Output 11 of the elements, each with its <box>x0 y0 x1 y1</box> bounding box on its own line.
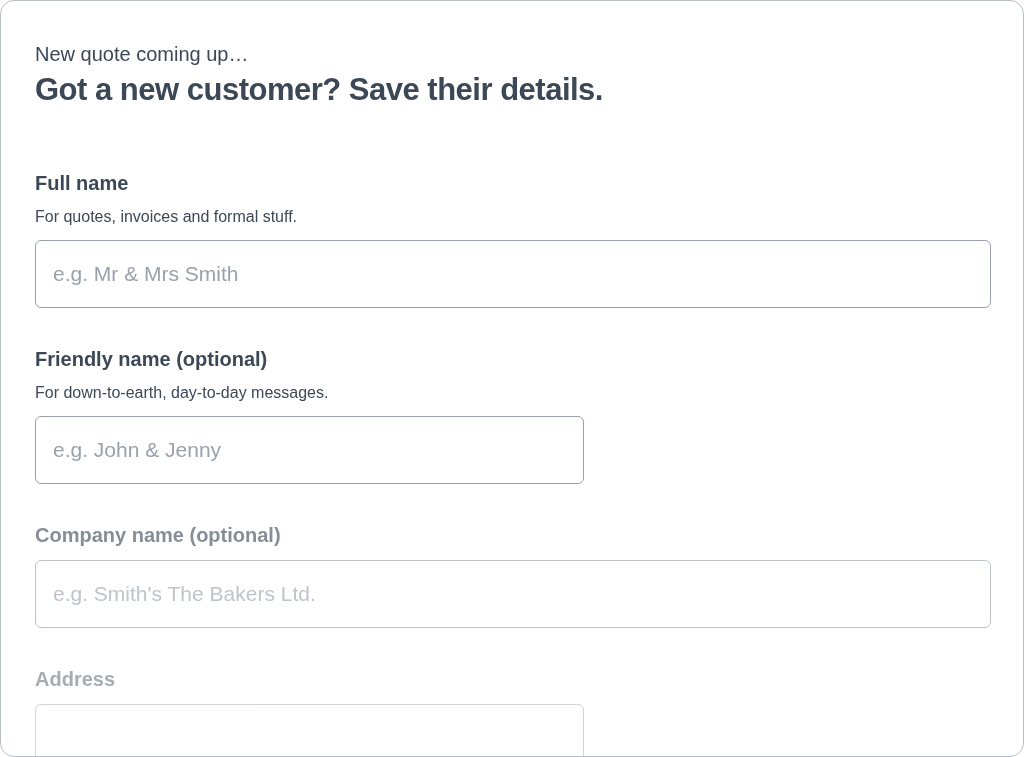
intro-text: New quote coming up… <box>35 42 250 67</box>
text-input[interactable]: e.g. Smith's The Bakers Ltd. <box>35 560 991 628</box>
text-input[interactable]: e.g. John & Jenny <box>35 416 584 484</box>
field-label: Full name <box>35 171 129 196</box>
field-hint: For down-to-earth, day-to-day messages. <box>35 383 329 403</box>
field-label: Company name (optional) <box>35 523 281 548</box>
field-label: Address <box>35 667 116 692</box>
field-label: Friendly name (optional) <box>35 347 268 372</box>
text-input[interactable]: e.g. Mr & Mrs Smith <box>35 240 991 308</box>
form-heading: Got a new customer? Save their details. <box>35 71 604 109</box>
field-hint: For quotes, invoices and formal stuff. <box>35 207 298 227</box>
